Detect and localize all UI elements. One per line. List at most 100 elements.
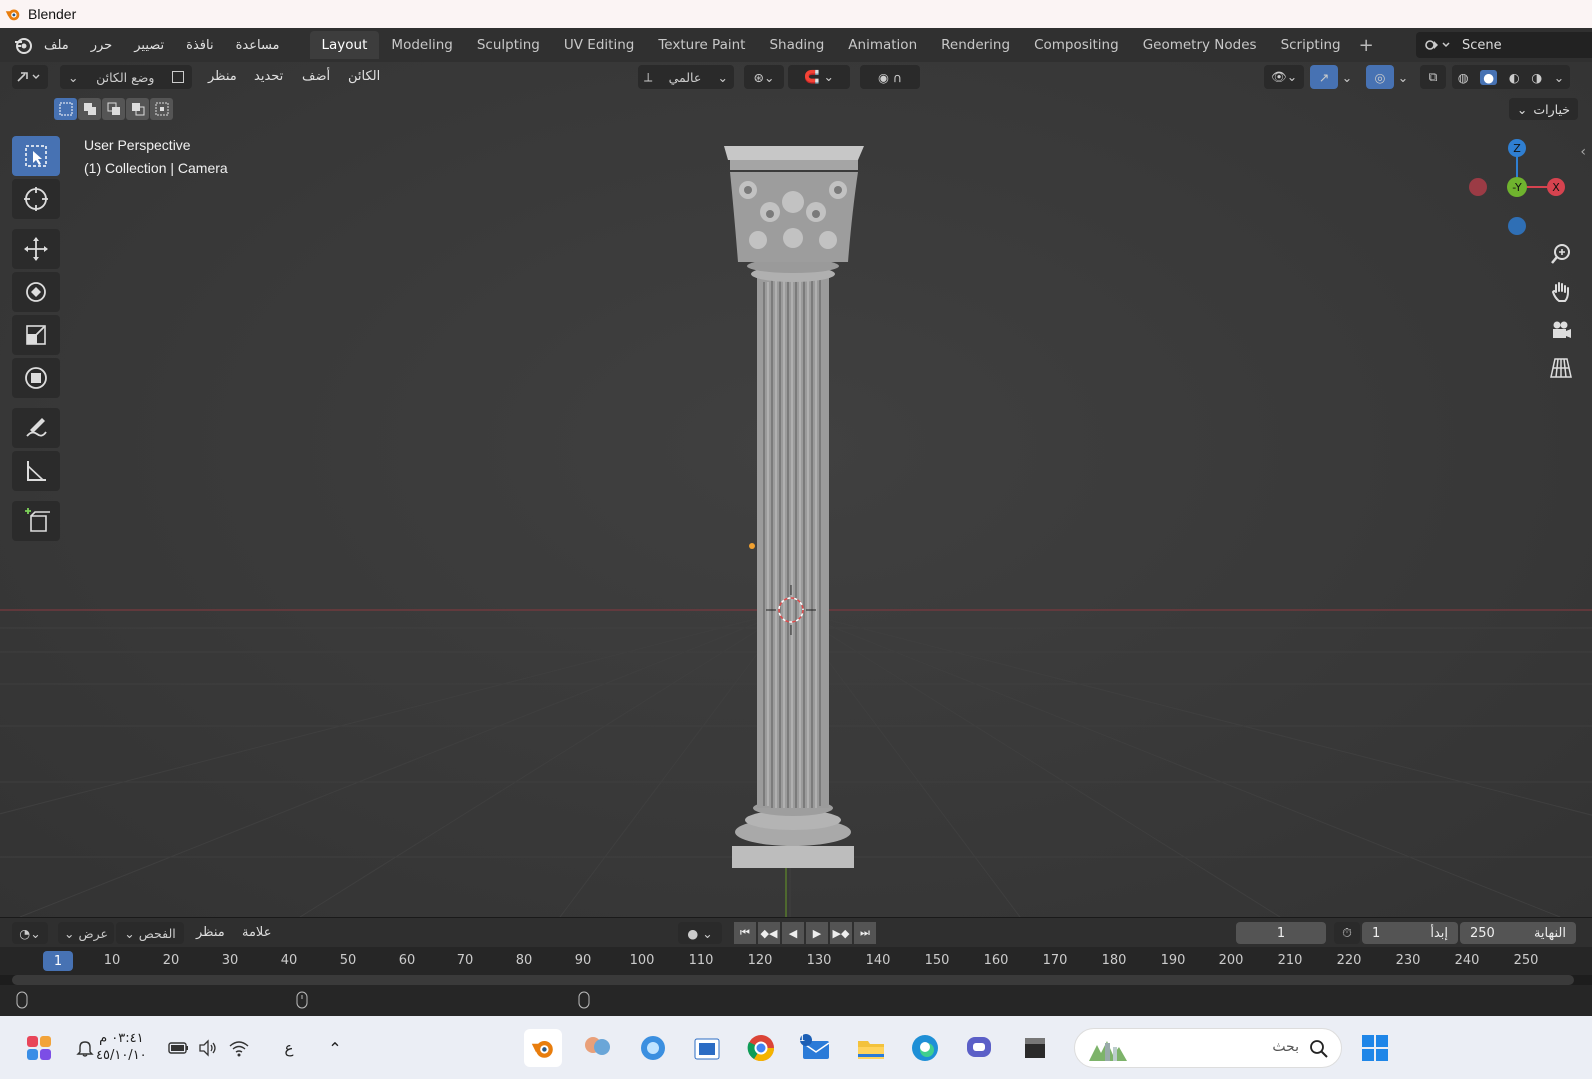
mode-selector[interactable]: ⌄ وضع الكائن	[60, 65, 192, 89]
gizmo-dropdown[interactable]: ⌄	[1340, 65, 1354, 89]
select-extend-icon[interactable]	[78, 98, 101, 120]
chevron-down-icon[interactable]: ⌄	[1554, 70, 1564, 85]
navigation-gizmo[interactable]: Z X -Y	[1462, 132, 1572, 242]
xray-toggle[interactable]: ⧉	[1420, 65, 1446, 89]
wireframe-shading-icon[interactable]: ◍	[1458, 70, 1469, 85]
tab-animation[interactable]: Animation	[836, 31, 929, 59]
taskbar-chrome-icon[interactable]	[742, 1029, 780, 1067]
tab-shading[interactable]: Shading	[757, 31, 836, 59]
pan-hand-icon[interactable]	[1546, 278, 1576, 306]
menu-help[interactable]: مساعدة	[234, 38, 282, 53]
measure-tool[interactable]	[12, 451, 60, 491]
play-reverse-icon[interactable]: ◀	[782, 922, 804, 944]
annotate-tool[interactable]	[12, 408, 60, 448]
3d-viewport[interactable]: ⌄ وضع الكائن منظر تحديد أضف الكائن ⟂ عال…	[0, 62, 1592, 917]
perspective-grid-icon[interactable]	[1546, 354, 1576, 382]
zoom-icon[interactable]	[1546, 240, 1576, 268]
taskbar-file-explorer-icon[interactable]	[852, 1029, 890, 1067]
transform-orientation-selector[interactable]: ⟂ عالمي ⌄	[638, 65, 734, 89]
menu-select[interactable]: تحديد	[254, 69, 283, 84]
system-tray-chevron-up-icon[interactable]: ⌃	[316, 1029, 354, 1067]
snap-toggle[interactable]: 🧲 ⌄	[788, 65, 850, 89]
tab-scripting[interactable]: Scripting	[1269, 31, 1353, 59]
material-shading-icon[interactable]: ◐	[1509, 70, 1520, 85]
menu-file[interactable]: ملف	[42, 38, 71, 53]
current-frame-field[interactable]: 1	[1236, 922, 1326, 944]
tab-sculpting[interactable]: Sculpting	[465, 31, 552, 59]
prev-keyframe-icon[interactable]: ◆◀	[758, 922, 780, 944]
move-tool[interactable]	[12, 229, 60, 269]
tab-rendering[interactable]: Rendering	[929, 31, 1022, 59]
overlays-toggle[interactable]: ◎	[1366, 65, 1394, 89]
next-keyframe-icon[interactable]: ▶◆	[830, 922, 852, 944]
cursor-tool[interactable]	[12, 179, 60, 219]
scene-name[interactable]: Scene	[1462, 38, 1502, 53]
playhead-frame-indicator[interactable]: 1	[43, 951, 73, 971]
timeline-inspect-menu[interactable]: ⌄ الفحص	[116, 922, 184, 944]
menu-edit[interactable]: حرر	[89, 38, 115, 53]
select-intersect-icon[interactable]	[150, 98, 173, 120]
taskbar-clock[interactable]: ٠٣:٤١ م ٤٥/١٠/١٠	[96, 1030, 147, 1064]
menu-window[interactable]: نافذة	[184, 38, 215, 53]
timeline-marker-view[interactable]: منظر	[196, 925, 225, 940]
visibility-selector[interactable]: 👁⌄	[1264, 65, 1304, 89]
options-dropdown[interactable]: ⌄ خيارات	[1508, 98, 1578, 120]
tab-compositing[interactable]: Compositing	[1022, 31, 1131, 59]
select-box-tool[interactable]	[12, 136, 60, 176]
auto-keying-toggle[interactable]: ● ⌄	[678, 922, 722, 944]
blender-menu-icon[interactable]	[12, 34, 34, 56]
play-icon[interactable]: ▶	[806, 922, 828, 944]
jump-start-icon[interactable]: ⏮	[734, 922, 756, 944]
menu-render[interactable]: تصيير	[132, 38, 166, 53]
taskbar-edge-icon[interactable]	[906, 1029, 944, 1067]
menu-object[interactable]: الكائن	[348, 69, 380, 84]
add-workspace-plus-icon[interactable]: +	[1359, 35, 1374, 56]
scale-tool[interactable]	[12, 315, 60, 355]
tab-layout[interactable]: Layout	[309, 31, 380, 59]
rendered-shading-icon[interactable]: ◑	[1531, 70, 1542, 85]
timeline-editor-type[interactable]: ◔⌄	[12, 922, 48, 944]
end-frame-field[interactable]: 250 النهاية	[1460, 922, 1576, 944]
menu-view[interactable]: منظر	[208, 69, 237, 84]
timeline-marker-menu[interactable]: علامة	[242, 925, 271, 940]
taskbar-blender-icon[interactable]	[524, 1029, 562, 1067]
overlays-dropdown[interactable]: ⌄	[1396, 65, 1410, 89]
timeline-scrollbar[interactable]	[12, 975, 1574, 985]
camera-view-icon[interactable]	[1546, 316, 1576, 344]
taskbar-app-cartoon-icon[interactable]	[578, 1029, 616, 1067]
column-model[interactable]	[724, 146, 864, 868]
gizmo-toggle[interactable]: ↗	[1310, 65, 1338, 89]
taskbar-app-dark-icon[interactable]	[1016, 1029, 1054, 1067]
object-origin-dot[interactable]	[749, 543, 755, 549]
wifi-icon[interactable]	[220, 1029, 258, 1067]
taskbar-mail-icon[interactable]: 1	[796, 1029, 834, 1067]
stopwatch-icon[interactable]: ⏱	[1334, 922, 1360, 944]
select-new-icon[interactable]	[54, 98, 77, 120]
timeline-ruler[interactable]: 1 10 20 30 40 50 60 70 80 90 100 110 120…	[0, 947, 1592, 975]
pivot-point-selector[interactable]: ⊛⌄	[744, 65, 784, 89]
tab-geometry-nodes[interactable]: Geometry Nodes	[1131, 31, 1269, 59]
taskbar-search-box[interactable]: بحث	[1074, 1028, 1342, 1068]
add-cube-tool[interactable]	[12, 501, 60, 541]
transform-tool[interactable]	[12, 358, 60, 398]
start-frame-field[interactable]: 1 إبدأ	[1362, 922, 1458, 944]
tab-modeling[interactable]: Modeling	[379, 31, 464, 59]
sidebar-toggle-chevron-icon[interactable]: ‹	[1580, 144, 1586, 160]
taskbar-chat-icon[interactable]	[960, 1029, 998, 1067]
timeline-view-menu[interactable]: ⌄ عرض	[58, 922, 114, 944]
windows-start-icon[interactable]	[1356, 1029, 1394, 1067]
solid-shading-icon[interactable]: ●	[1480, 69, 1498, 85]
scene-icon[interactable]	[1416, 34, 1460, 56]
menu-add[interactable]: أضف	[302, 69, 330, 84]
rotate-tool[interactable]	[12, 272, 60, 312]
proportional-editing-toggle[interactable]: ◉ ∩	[860, 65, 920, 89]
editor-type-selector[interactable]	[12, 65, 48, 89]
jump-end-icon[interactable]: ⏭	[854, 922, 876, 944]
select-invert-icon[interactable]	[126, 98, 149, 120]
select-subtract-icon[interactable]	[102, 98, 125, 120]
taskbar-app-swirl-icon[interactable]	[634, 1029, 672, 1067]
tab-uv-editing[interactable]: UV Editing	[552, 31, 646, 59]
tab-texture-paint[interactable]: Texture Paint	[646, 31, 757, 59]
scene-selector[interactable]: Scene	[1416, 32, 1592, 58]
taskbar-store-icon[interactable]	[688, 1029, 726, 1067]
